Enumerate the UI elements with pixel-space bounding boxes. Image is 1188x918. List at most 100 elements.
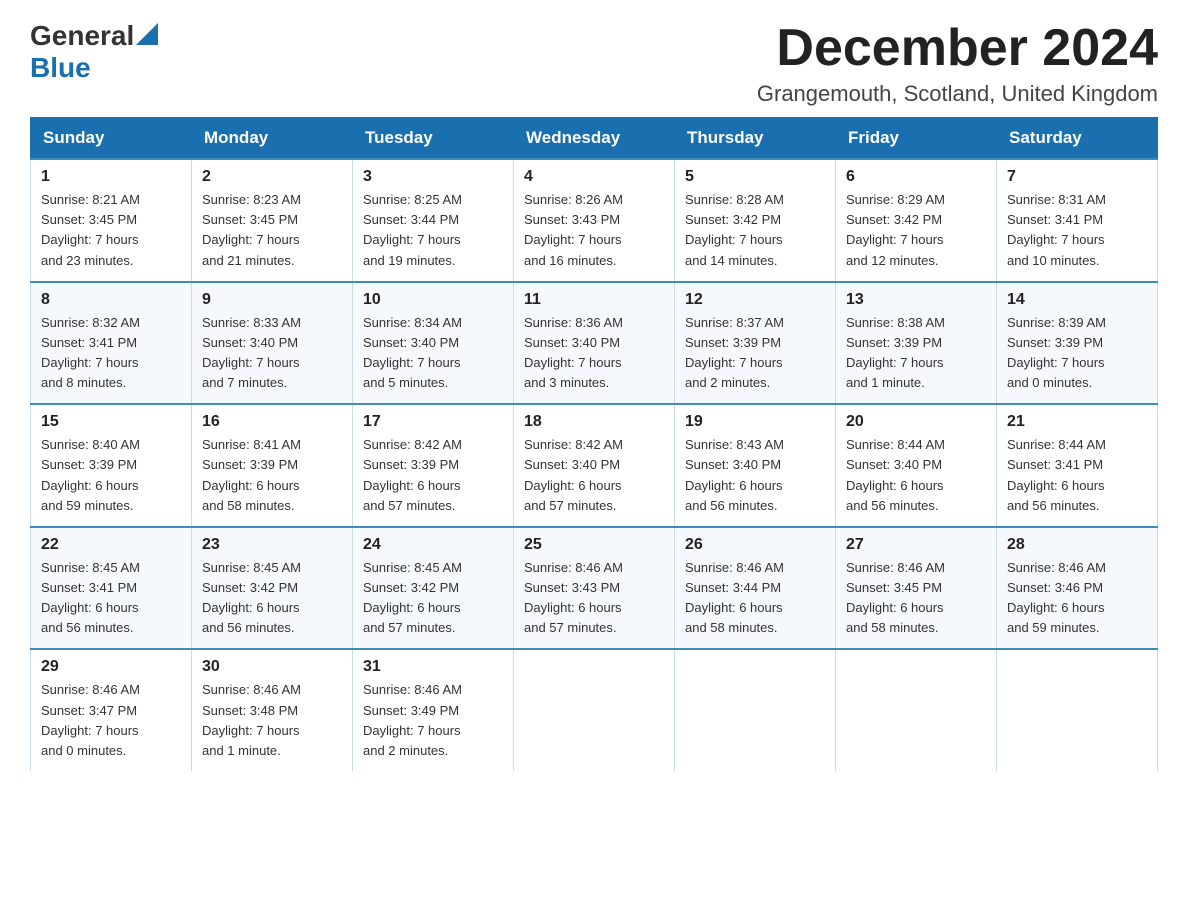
day-info: Sunrise: 8:46 AMSunset: 3:49 PMDaylight:… — [363, 680, 503, 761]
day-info: Sunrise: 8:36 AMSunset: 3:40 PMDaylight:… — [524, 313, 664, 394]
table-row: 29 Sunrise: 8:46 AMSunset: 3:47 PMDayligh… — [31, 649, 192, 771]
day-number: 13 — [846, 291, 986, 309]
day-number: 27 — [846, 536, 986, 554]
table-row: 31 Sunrise: 8:46 AMSunset: 3:49 PMDayligh… — [353, 649, 514, 771]
day-number: 23 — [202, 536, 342, 554]
calendar-week-5: 29 Sunrise: 8:46 AMSunset: 3:47 PMDayligh… — [31, 649, 1158, 771]
day-info: Sunrise: 8:42 AMSunset: 3:40 PMDaylight:… — [524, 435, 664, 516]
location-title: Grangemouth, Scotland, United Kingdom — [757, 81, 1158, 107]
logo-triangle-icon — [136, 23, 158, 45]
day-info: Sunrise: 8:25 AMSunset: 3:44 PMDaylight:… — [363, 190, 503, 271]
col-tuesday: Tuesday — [353, 118, 514, 160]
title-block: December 2024 Grangemouth, Scotland, Uni… — [757, 20, 1158, 107]
table-row: 30Sunrise: 8:46 AMSunset: 3:48 PMDayligh… — [192, 649, 353, 771]
day-info: Sunrise: 8:46 AMSunset: 3:46 PMDaylight:… — [1007, 558, 1147, 639]
day-info: Sunrise: 8:39 AMSunset: 3:39 PMDaylight:… — [1007, 313, 1147, 394]
day-number: 11 — [524, 291, 664, 309]
day-number: 30 — [202, 658, 342, 676]
day-number: 29 — [41, 658, 181, 676]
table-row: 25Sunrise: 8:46 AMSunset: 3:43 PMDayligh… — [514, 527, 675, 650]
calendar-week-1: 1Sunrise: 8:21 AMSunset: 3:45 PMDaylight… — [31, 159, 1158, 282]
day-number: 25 — [524, 536, 664, 554]
day-number: 17 — [363, 413, 503, 431]
table-row: 28 Sunrise: 8:46 AMSunset: 3:46 PMDayligh… — [997, 527, 1158, 650]
table-row — [997, 649, 1158, 771]
day-number: 19 — [685, 413, 825, 431]
day-info: Sunrise: 8:28 AMSunset: 3:42 PMDaylight:… — [685, 190, 825, 271]
table-row: 14 Sunrise: 8:39 AMSunset: 3:39 PMDayligh… — [997, 282, 1158, 405]
table-row: 16 Sunrise: 8:41 AMSunset: 3:39 PMDayligh… — [192, 404, 353, 527]
day-info: Sunrise: 8:41 AMSunset: 3:39 PMDaylight:… — [202, 435, 342, 516]
table-row: 26 Sunrise: 8:46 AMSunset: 3:44 PMDayligh… — [675, 527, 836, 650]
table-row: 27 Sunrise: 8:46 AMSunset: 3:45 PMDayligh… — [836, 527, 997, 650]
col-friday: Friday — [836, 118, 997, 160]
table-row: 12 Sunrise: 8:37 AMSunset: 3:39 PMDayligh… — [675, 282, 836, 405]
day-number: 15 — [41, 413, 181, 431]
day-number: 2 — [202, 168, 342, 186]
table-row: 23 Sunrise: 8:45 AMSunset: 3:42 PMDayligh… — [192, 527, 353, 650]
logo-general: General — [30, 20, 134, 52]
col-monday: Monday — [192, 118, 353, 160]
day-number: 1 — [41, 168, 181, 186]
day-info: Sunrise: 8:45 AMSunset: 3:41 PMDaylight:… — [41, 558, 181, 639]
day-number: 9 — [202, 291, 342, 309]
day-number: 7 — [1007, 168, 1147, 186]
day-number: 8 — [41, 291, 181, 309]
table-row — [514, 649, 675, 771]
day-number: 20 — [846, 413, 986, 431]
day-number: 28 — [1007, 536, 1147, 554]
day-info: Sunrise: 8:46 AMSunset: 3:47 PMDaylight:… — [41, 680, 181, 761]
col-thursday: Thursday — [675, 118, 836, 160]
table-row: 15Sunrise: 8:40 AMSunset: 3:39 PMDayligh… — [31, 404, 192, 527]
table-row: 21 Sunrise: 8:44 AMSunset: 3:41 PMDayligh… — [997, 404, 1158, 527]
table-row: 2 Sunrise: 8:23 AMSunset: 3:45 PMDaylight… — [192, 159, 353, 282]
table-row: 5Sunrise: 8:28 AMSunset: 3:42 PMDaylight… — [675, 159, 836, 282]
day-number: 12 — [685, 291, 825, 309]
table-row: 10Sunrise: 8:34 AMSunset: 3:40 PMDayligh… — [353, 282, 514, 405]
day-info: Sunrise: 8:44 AMSunset: 3:41 PMDaylight:… — [1007, 435, 1147, 516]
day-number: 3 — [363, 168, 503, 186]
day-info: Sunrise: 8:43 AMSunset: 3:40 PMDaylight:… — [685, 435, 825, 516]
day-info: Sunrise: 8:37 AMSunset: 3:39 PMDaylight:… — [685, 313, 825, 394]
day-number: 16 — [202, 413, 342, 431]
day-number: 31 — [363, 658, 503, 676]
table-row: 17 Sunrise: 8:42 AMSunset: 3:39 PMDayligh… — [353, 404, 514, 527]
day-number: 21 — [1007, 413, 1147, 431]
table-row — [675, 649, 836, 771]
table-row: 19 Sunrise: 8:43 AMSunset: 3:40 PMDayligh… — [675, 404, 836, 527]
day-info: Sunrise: 8:31 AMSunset: 3:41 PMDaylight:… — [1007, 190, 1147, 271]
day-info: Sunrise: 8:34 AMSunset: 3:40 PMDaylight:… — [363, 313, 503, 394]
col-saturday: Saturday — [997, 118, 1158, 160]
table-row: 18 Sunrise: 8:42 AMSunset: 3:40 PMDayligh… — [514, 404, 675, 527]
day-info: Sunrise: 8:46 AMSunset: 3:44 PMDaylight:… — [685, 558, 825, 639]
table-row: 3 Sunrise: 8:25 AMSunset: 3:44 PMDaylight… — [353, 159, 514, 282]
day-info: Sunrise: 8:45 AMSunset: 3:42 PMDaylight:… — [202, 558, 342, 639]
table-row: 24 Sunrise: 8:45 AMSunset: 3:42 PMDayligh… — [353, 527, 514, 650]
day-info: Sunrise: 8:45 AMSunset: 3:42 PMDaylight:… — [363, 558, 503, 639]
calendar-week-3: 15Sunrise: 8:40 AMSunset: 3:39 PMDayligh… — [31, 404, 1158, 527]
day-info: Sunrise: 8:46 AMSunset: 3:45 PMDaylight:… — [846, 558, 986, 639]
table-row: 1Sunrise: 8:21 AMSunset: 3:45 PMDaylight… — [31, 159, 192, 282]
day-info: Sunrise: 8:23 AMSunset: 3:45 PMDaylight:… — [202, 190, 342, 271]
day-number: 18 — [524, 413, 664, 431]
day-number: 24 — [363, 536, 503, 554]
day-info: Sunrise: 8:42 AMSunset: 3:39 PMDaylight:… — [363, 435, 503, 516]
day-number: 6 — [846, 168, 986, 186]
month-title: December 2024 — [757, 20, 1158, 77]
table-row: 11 Sunrise: 8:36 AMSunset: 3:40 PMDayligh… — [514, 282, 675, 405]
day-number: 4 — [524, 168, 664, 186]
day-number: 14 — [1007, 291, 1147, 309]
page-header: General Blue December 2024 Grangemouth, … — [30, 20, 1158, 107]
logo: General Blue — [30, 20, 158, 84]
day-info: Sunrise: 8:29 AMSunset: 3:42 PMDaylight:… — [846, 190, 986, 271]
table-row: 13 Sunrise: 8:38 AMSunset: 3:39 PMDayligh… — [836, 282, 997, 405]
day-number: 26 — [685, 536, 825, 554]
col-sunday: Sunday — [31, 118, 192, 160]
table-row — [836, 649, 997, 771]
table-row: 22Sunrise: 8:45 AMSunset: 3:41 PMDayligh… — [31, 527, 192, 650]
table-row: 9Sunrise: 8:33 AMSunset: 3:40 PMDaylight… — [192, 282, 353, 405]
day-info: Sunrise: 8:38 AMSunset: 3:39 PMDaylight:… — [846, 313, 986, 394]
col-wednesday: Wednesday — [514, 118, 675, 160]
calendar-table: Sunday Monday Tuesday Wednesday Thursday… — [30, 117, 1158, 771]
day-info: Sunrise: 8:32 AMSunset: 3:41 PMDaylight:… — [41, 313, 181, 394]
